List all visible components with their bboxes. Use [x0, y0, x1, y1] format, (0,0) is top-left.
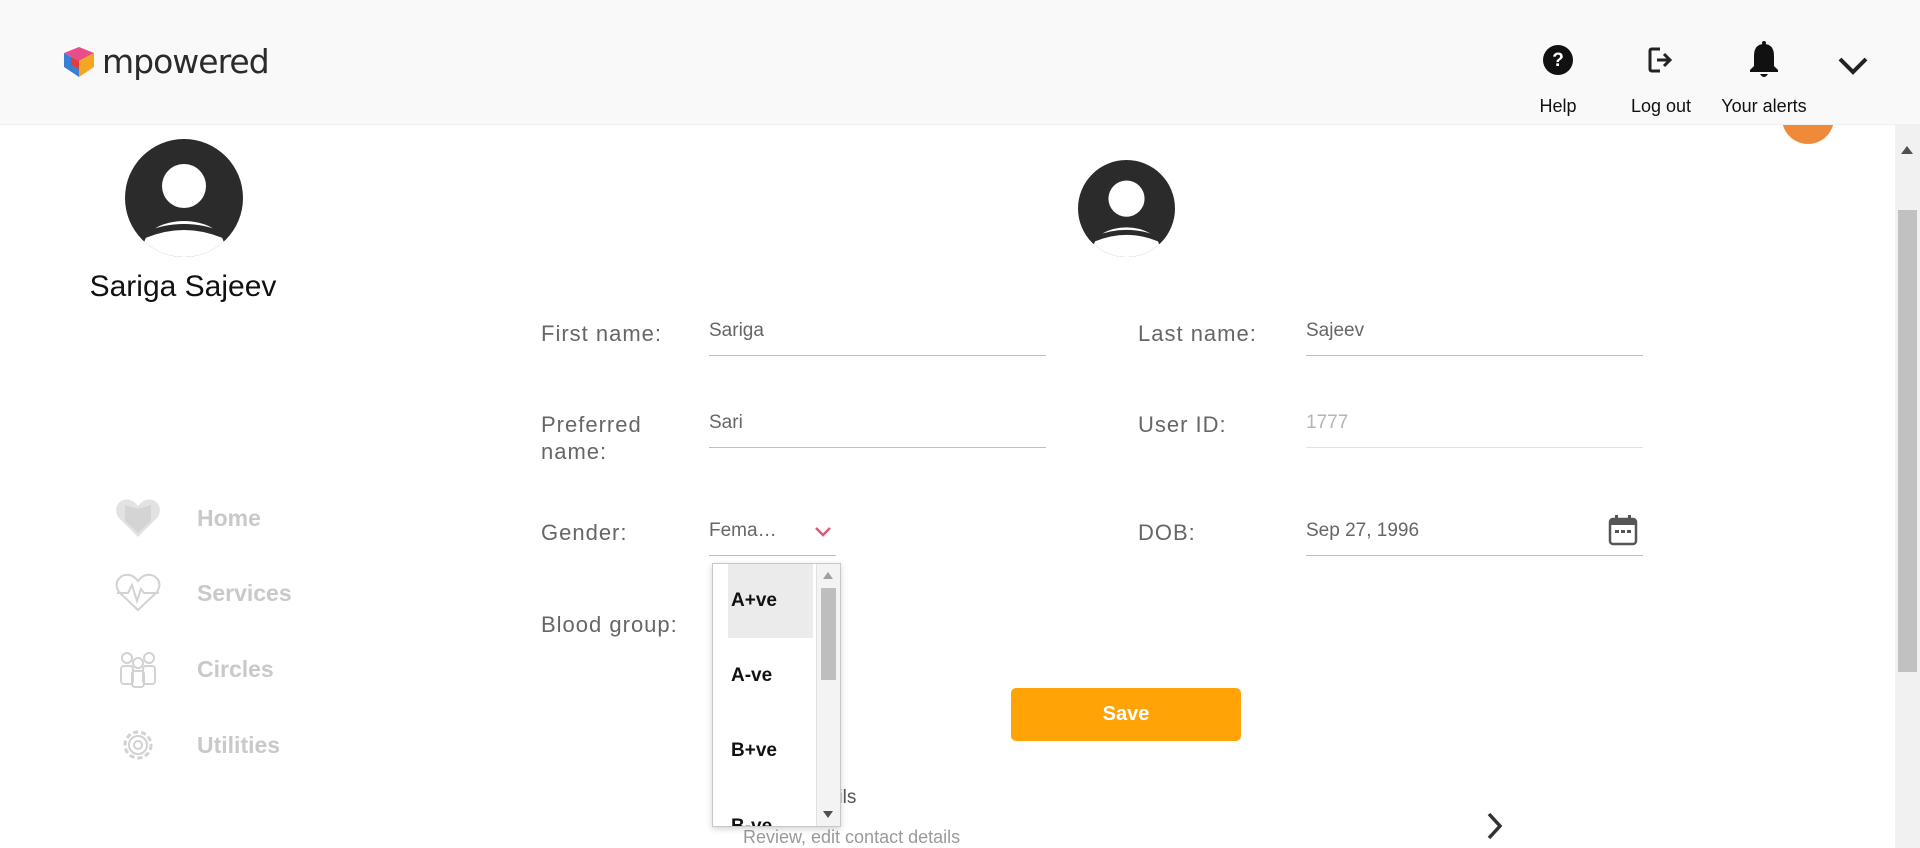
nav-item-home[interactable]: Home [115, 497, 315, 539]
chevron-down-icon [1838, 57, 1868, 75]
last-name-field[interactable]: Sajeev [1306, 310, 1643, 356]
gender-value: Fema… [709, 520, 777, 541]
scroll-up-arrow-icon[interactable] [1901, 146, 1913, 154]
brand-name: mpowered [102, 42, 270, 81]
save-button[interactable]: Save [1011, 688, 1241, 741]
heartbeat-icon [115, 573, 161, 612]
heart-logo-icon [116, 499, 160, 537]
contact-details-subtitle: Review, edit contact details [743, 827, 961, 847]
svg-text:?: ? [1552, 50, 1564, 71]
mpowered-logo[interactable]: mpowered [62, 42, 270, 81]
scrollbar-thumb[interactable] [1898, 210, 1917, 672]
nav-label: Services [197, 579, 292, 606]
nav-label: Utilities [197, 731, 281, 758]
logout-icon [1648, 47, 1673, 73]
blood-group-option[interactable]: A-ve [728, 639, 813, 713]
blood-group-label: Blood group: [541, 612, 678, 637]
blood-group-option[interactable]: A+ve [728, 564, 813, 638]
help-label: Help [1539, 96, 1577, 116]
chevron-right-icon[interactable] [1484, 811, 1506, 841]
nav-label: Circles [197, 655, 274, 682]
alerts-label: Your alerts [1721, 96, 1807, 116]
people-icon [120, 652, 156, 688]
help-button[interactable]: ? Help [1536, 38, 1580, 117]
gender-select[interactable]: Fema… [709, 510, 836, 556]
logout-button[interactable]: Log out [1620, 38, 1702, 117]
profile-photo[interactable] [1078, 160, 1175, 262]
help-icon: ? [1543, 45, 1573, 75]
sidebar-avatar [125, 139, 243, 262]
logout-label: Log out [1630, 96, 1692, 116]
page-scrollbar[interactable] [1895, 124, 1920, 848]
user-id-label: User ID: [1138, 412, 1227, 437]
user-id-field: 1777 [1306, 402, 1643, 448]
nav-item-circles[interactable]: Circles [115, 649, 315, 689]
nav-label: Home [197, 504, 261, 531]
last-name-label: Last name: [1138, 321, 1257, 346]
dob-value: Sep 27, 1996 [1306, 520, 1420, 541]
calendar-icon[interactable] [1608, 514, 1638, 546]
chevron-down-icon [815, 527, 831, 537]
preferred-name-field[interactable]: Sari [709, 402, 1046, 448]
bell-icon [1750, 41, 1778, 77]
dob-field[interactable]: Sep 27, 1996 [1306, 510, 1643, 556]
scroll-up-arrow-icon[interactable] [823, 572, 833, 579]
first-name-field[interactable]: Sariga [709, 310, 1046, 356]
dob-label: DOB: [1138, 520, 1196, 545]
dropdown-scrollbar[interactable] [816, 564, 840, 826]
dropdown-scrollbar-thumb[interactable] [821, 588, 836, 680]
first-name-label: First name: [541, 321, 663, 346]
gear-icon [123, 730, 153, 760]
top-header: mpowered ? Help Log out Your alerts [0, 0, 1920, 125]
nav-item-services[interactable]: Services [115, 573, 315, 613]
preferred-name-label: Preferred name: [541, 412, 642, 464]
blood-group-dropdown[interactable]: A+ve A-ve B+ve B-ve [712, 563, 841, 827]
account-menu-toggle[interactable] [1835, 44, 1871, 88]
blood-group-option[interactable]: B-ve [728, 790, 813, 826]
gender-label: Gender: [541, 520, 628, 545]
blood-group-option[interactable]: B+ve [728, 714, 813, 788]
scroll-down-arrow-icon[interactable] [823, 811, 833, 818]
nav-item-utilities[interactable]: Utilities [115, 724, 315, 766]
profile-name: Sariga Sajeev [89, 270, 277, 303]
mpowered-logo-icon [64, 46, 94, 77]
user-avatar-icon [1078, 160, 1175, 257]
user-avatar-icon [125, 139, 243, 257]
alerts-button[interactable]: Your alerts [1713, 38, 1815, 117]
